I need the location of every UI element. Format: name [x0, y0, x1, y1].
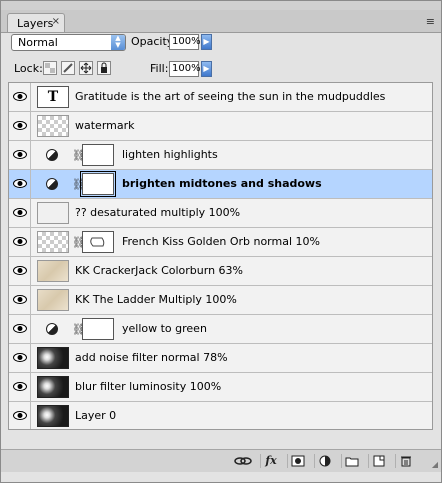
new-group-icon[interactable]: [341, 454, 362, 468]
link-layers-icon[interactable]: [233, 454, 253, 468]
visibility-eye-icon[interactable]: [9, 83, 31, 111]
close-icon[interactable]: ×: [425, 0, 433, 3]
visibility-eye-icon[interactable]: [9, 228, 31, 256]
layer-row[interactable]: ⛓ yellow to green: [9, 315, 432, 344]
tab-strip: Layers × ≡: [1, 10, 441, 33]
layer-row-selected[interactable]: ⛓ brighten midtones and shadows: [9, 170, 432, 199]
visibility-eye-icon[interactable]: [9, 286, 31, 314]
layers-list: T Gratitude is the art of seeing the sun…: [8, 82, 433, 430]
delete-layer-icon[interactable]: [395, 454, 416, 468]
lock-all-icon[interactable]: [97, 61, 111, 75]
blend-mode-value: Normal: [18, 36, 58, 49]
tab-layers[interactable]: Layers ×: [7, 13, 65, 32]
adjustment-layer-icon: [46, 323, 58, 335]
layer-name: Gratitude is the art of seeing the sun i…: [75, 90, 386, 103]
lock-label: Lock:: [14, 62, 43, 75]
fill-input[interactable]: 100%: [169, 61, 201, 77]
layer-mask-thumbnail[interactable]: [82, 318, 114, 340]
resize-grip-icon[interactable]: ◢: [432, 460, 438, 469]
layer-thumbnail: [37, 405, 69, 427]
layer-row[interactable]: Layer 0: [9, 402, 432, 429]
fx-button[interactable]: fx: [260, 454, 281, 468]
layer-row[interactable]: add noise filter normal 78%: [9, 344, 432, 373]
fill-label: Fill:: [150, 62, 169, 75]
visibility-eye-icon[interactable]: [9, 112, 31, 140]
layer-name: French Kiss Golden Orb normal 10%: [122, 235, 320, 248]
fill-slider-button[interactable]: ▶: [201, 61, 212, 77]
layer-mask-thumbnail[interactable]: [82, 231, 114, 253]
chevron-updown-icon: ▲ ▼: [111, 35, 125, 50]
layer-name: Layer 0: [75, 409, 117, 422]
layer-thumbnail: [37, 115, 69, 137]
lock-brush-icon[interactable]: [61, 61, 75, 75]
layer-mask-thumbnail[interactable]: [80, 171, 116, 197]
visibility-eye-icon[interactable]: [9, 141, 31, 169]
layer-row[interactable]: T Gratitude is the art of seeing the sun…: [9, 83, 432, 112]
layers-bottom-toolbar: fx ◢: [1, 449, 441, 472]
visibility-eye-icon[interactable]: [9, 344, 31, 372]
layer-row[interactable]: ⛓ lighten highlights: [9, 141, 432, 170]
add-mask-icon[interactable]: [287, 454, 308, 468]
new-layer-icon[interactable]: [368, 454, 389, 468]
layer-row[interactable]: ?? desaturated multiply 100%: [9, 199, 432, 228]
layer-name: yellow to green: [122, 322, 207, 335]
blend-mode-select[interactable]: Normal ▲ ▼: [11, 34, 126, 51]
visibility-eye-icon[interactable]: [9, 257, 31, 285]
layer-name: blur filter luminosity 100%: [75, 380, 222, 393]
layer-row[interactable]: KK CrackerJack Colorburn 63%: [9, 257, 432, 286]
layer-name: add noise filter normal 78%: [75, 351, 228, 364]
adjustment-layer-icon: [46, 149, 58, 161]
adjustment-layer-icon: [46, 178, 58, 190]
lock-transparency-icon[interactable]: [43, 61, 57, 75]
visibility-eye-icon[interactable]: [9, 315, 31, 343]
opacity-slider-button[interactable]: ▶: [201, 34, 212, 50]
layer-mask-thumbnail[interactable]: [82, 144, 114, 166]
layer-row[interactable]: ⛓ French Kiss Golden Orb normal 10%: [9, 228, 432, 257]
layer-row[interactable]: watermark: [9, 112, 432, 141]
lock-move-icon[interactable]: [79, 61, 93, 75]
layer-row[interactable]: KK The Ladder Multiply 100%: [9, 286, 432, 315]
layer-name: KK The Ladder Multiply 100%: [75, 293, 237, 306]
visibility-eye-icon[interactable]: [9, 170, 31, 198]
collapse-icon[interactable]: ◂◂: [412, 0, 420, 3]
layer-name: ?? desaturated multiply 100%: [75, 206, 241, 219]
layer-thumbnail: [37, 376, 69, 398]
visibility-eye-icon[interactable]: [9, 373, 31, 401]
panel-titlebar[interactable]: ◂◂ ×: [1, 0, 441, 10]
tab-label: Layers: [17, 17, 54, 30]
layer-thumbnail: [37, 202, 69, 224]
opacity-input[interactable]: 100%: [169, 34, 201, 50]
panel-menu-icon[interactable]: ≡: [426, 15, 435, 28]
layer-thumbnail: [37, 231, 69, 253]
layer-name: KK CrackerJack Colorburn 63%: [75, 264, 244, 277]
layer-name: lighten highlights: [122, 148, 218, 161]
layer-thumbnail: [37, 289, 69, 311]
layer-name: brighten midtones and shadows: [122, 177, 322, 190]
layers-panel: ◂◂ × Layers × ≡ Normal ▲▼ Opacity: 100% …: [0, 0, 442, 483]
visibility-eye-icon[interactable]: [9, 402, 31, 429]
new-adjustment-icon[interactable]: [314, 454, 335, 468]
layer-thumbnail: [37, 347, 69, 369]
layer-row[interactable]: blur filter luminosity 100%: [9, 373, 432, 402]
tab-close-icon[interactable]: ×: [52, 16, 60, 27]
layer-thumbnail: [37, 260, 69, 282]
visibility-eye-icon[interactable]: [9, 199, 31, 227]
layer-name: watermark: [75, 119, 135, 132]
text-layer-thumbnail: T: [37, 86, 69, 108]
